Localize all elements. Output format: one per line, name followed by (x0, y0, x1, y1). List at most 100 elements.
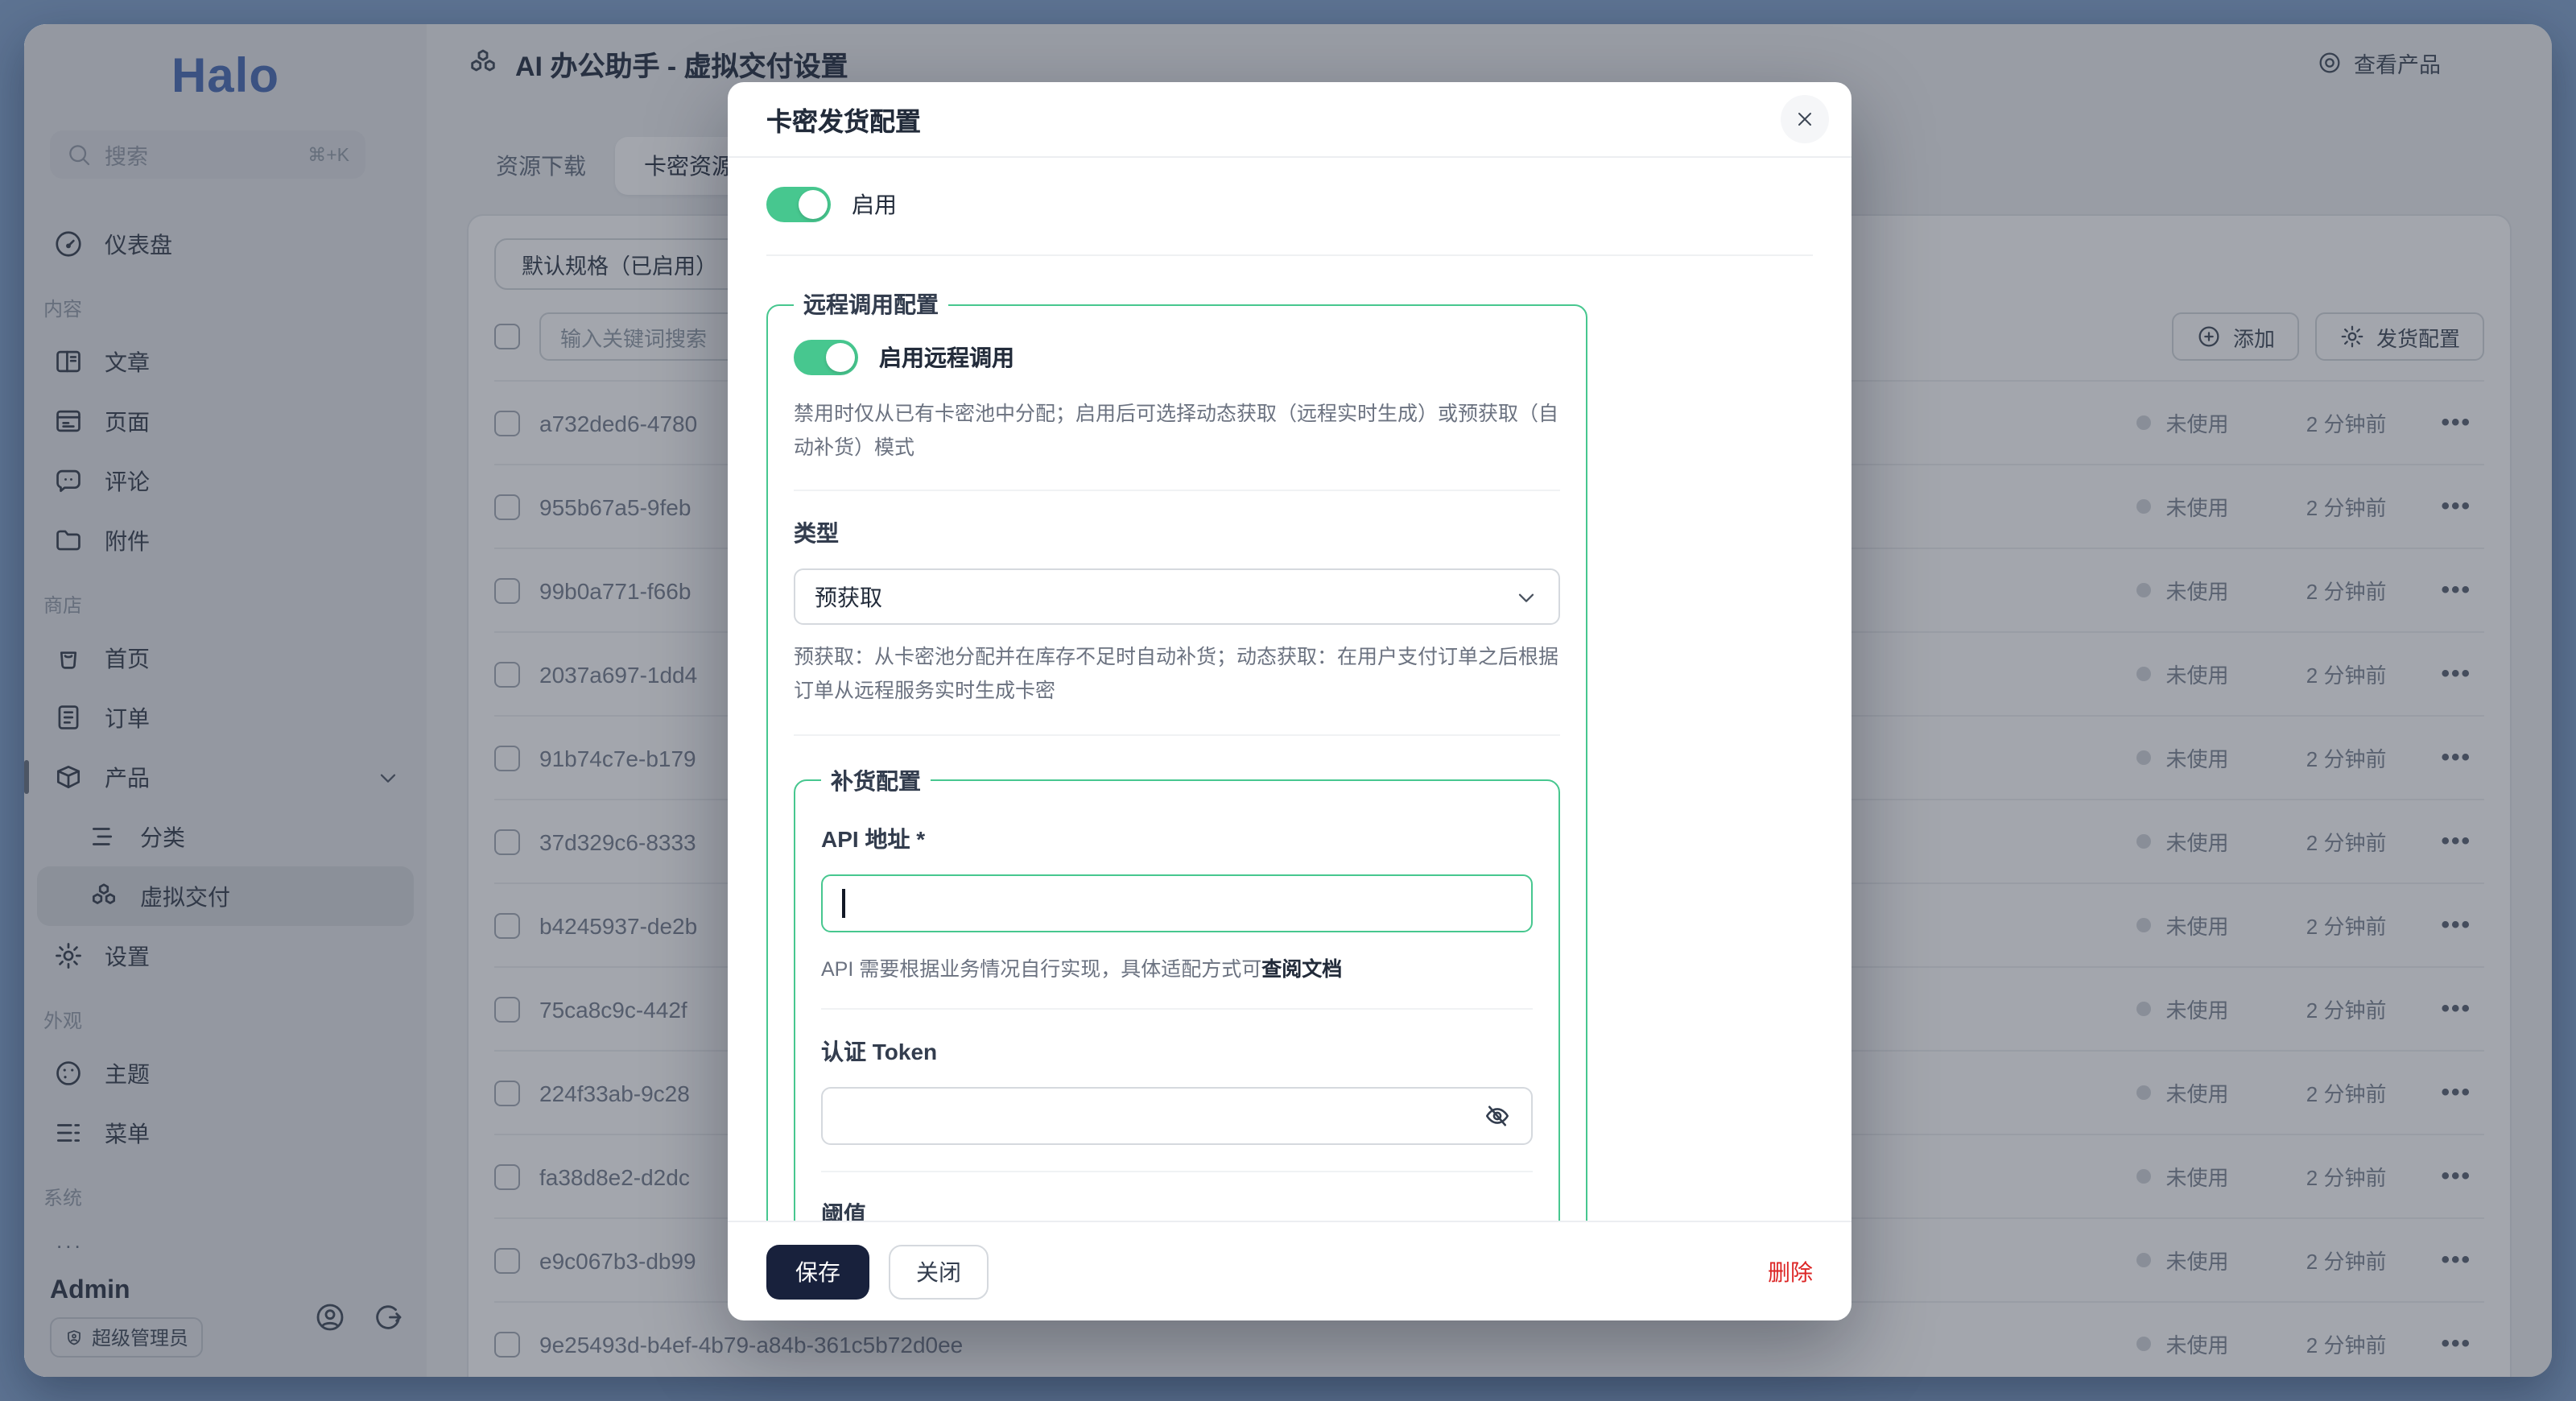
token-input[interactable] (821, 1086, 1533, 1144)
row-more-button[interactable]: ••• (2441, 577, 2471, 604)
card-key-id: 9e25493d-b4ef-4b79-a84b-361c5b72d0ee (539, 1331, 963, 1357)
row-more-button[interactable]: ••• (2441, 1163, 2471, 1190)
modal-header: 卡密发货配置 (728, 82, 1852, 158)
row-checkbox[interactable] (494, 577, 520, 603)
user-name: Admin (50, 1277, 203, 1306)
sidebar-section-label: 内容 (24, 274, 427, 332)
sidebar-item-设置[interactable]: 设置 (24, 926, 427, 986)
divider (794, 734, 1560, 735)
category-icon (89, 821, 119, 852)
sidebar-item-label: 产品 (105, 761, 150, 793)
eye-off-icon[interactable] (1483, 1101, 1512, 1130)
modal-close-button[interactable] (1781, 95, 1829, 143)
status-label: 未使用 (2165, 1245, 2228, 1275)
row-checkbox[interactable] (494, 1163, 520, 1189)
row-more-button[interactable]: ••• (2441, 1246, 2471, 1274)
row-timestamp: 2 分钟前 (2283, 1329, 2386, 1359)
status-dot (2136, 918, 2151, 932)
type-select[interactable]: 预获取 (794, 569, 1560, 626)
logout-icon[interactable] (372, 1301, 404, 1333)
order-icon (53, 702, 84, 733)
sidebar-item-评论[interactable]: 评论 (24, 451, 427, 510)
threshold-label: 阈值 (821, 1197, 1533, 1221)
sidebar-item-菜单[interactable]: 菜单 (24, 1103, 427, 1163)
remote-call-toggle[interactable] (794, 340, 858, 375)
sidebar-item-页面[interactable]: 页面 (24, 391, 427, 451)
sidebar-item-仪表盘[interactable]: 仪表盘 (24, 214, 427, 274)
divider (821, 1007, 1533, 1009)
row-more-button[interactable]: ••• (2441, 995, 2471, 1023)
chevron-down-icon (1513, 585, 1539, 610)
app-cubes-icon (467, 47, 499, 79)
docs-link[interactable]: 查阅文档 (1261, 957, 1342, 980)
status-dot (2136, 1169, 2151, 1184)
sidebar-search-input[interactable]: 搜索 ⌘+K (50, 130, 365, 179)
sidebar-item-首页[interactable]: 首页 (24, 628, 427, 688)
sidebar-item-label: 页面 (105, 405, 150, 437)
row-more-button[interactable]: ••• (2441, 1079, 2471, 1106)
sidebar-item-主题[interactable]: 主题 (24, 1044, 427, 1103)
keyword-search-placeholder: 输入关键词搜索 (560, 321, 707, 352)
delivery-config-button[interactable]: 发货配置 (2315, 312, 2484, 361)
row-more-button[interactable]: ••• (2441, 493, 2471, 520)
row-more-button[interactable]: ••• (2441, 660, 2471, 688)
sidebar-item-虚拟交付[interactable]: 虚拟交付 (37, 866, 414, 926)
sidebar-item-分类[interactable]: 分类 (24, 807, 427, 866)
card-key-id: fa38d8e2-d2dc (539, 1163, 690, 1189)
card-key-id: 99b0a771-f66b (539, 577, 691, 603)
row-checkbox[interactable] (494, 1080, 520, 1106)
row-more-button[interactable]: ••• (2441, 828, 2471, 855)
search-icon (66, 142, 92, 167)
profile-icon[interactable] (314, 1301, 346, 1333)
sidebar-item-附件[interactable]: 附件 (24, 510, 427, 570)
spec-chip[interactable]: 默认规格（已启用） (494, 238, 745, 290)
save-button[interactable]: 保存 (766, 1244, 869, 1299)
tab-resource-download[interactable]: 资源下载 (467, 150, 615, 182)
row-checkbox[interactable] (494, 661, 520, 687)
row-checkbox[interactable] (494, 410, 520, 436)
delete-button[interactable]: 删除 (1768, 1255, 1813, 1287)
status-dot (2136, 583, 2151, 597)
restock-legend: 补货配置 (821, 764, 931, 796)
modal-title: 卡密发货配置 (766, 100, 921, 138)
row-checkbox[interactable] (494, 829, 520, 854)
status-label: 未使用 (2165, 910, 2228, 940)
status-label: 未使用 (2165, 1329, 2228, 1359)
sidebar-item-label: 菜单 (105, 1117, 150, 1149)
sidebar-user: Admin 超级管理员 (50, 1277, 404, 1358)
token-label: 认证 Token (821, 1035, 1533, 1067)
api-url-input[interactable] (821, 874, 1533, 932)
sidebar-item-label: 首页 (105, 642, 150, 674)
modal-body: 启用 远程调用配置 启用远程调用 禁用时仅从已有卡密池中分配；启用后可选择动态获… (728, 158, 1852, 1221)
bag-icon (53, 643, 84, 673)
sidebar-item-label: 文章 (105, 345, 150, 378)
row-more-button[interactable]: ••• (2441, 409, 2471, 436)
card-key-id: a732ded6-4780 (539, 410, 697, 436)
row-checkbox[interactable] (494, 494, 520, 519)
page-icon (53, 406, 84, 436)
sidebar-overflow-item[interactable]: ... (24, 1221, 427, 1259)
sidebar-item-文章[interactable]: 文章 (24, 332, 427, 391)
status-dot (2136, 834, 2151, 849)
article-icon (53, 346, 84, 377)
row-checkbox[interactable] (494, 912, 520, 938)
row-checkbox[interactable] (494, 745, 520, 771)
view-product-button[interactable]: 查看产品 (2317, 47, 2441, 79)
row-checkbox[interactable] (494, 1247, 520, 1273)
status-dot (2136, 667, 2151, 681)
text-cursor (842, 888, 844, 917)
sidebar-item-label: 评论 (105, 465, 150, 497)
status-dot (2136, 1337, 2151, 1351)
row-checkbox[interactable] (494, 996, 520, 1022)
row-more-button[interactable]: ••• (2441, 744, 2471, 771)
close-button[interactable]: 关闭 (889, 1244, 989, 1299)
row-more-button[interactable]: ••• (2441, 1330, 2471, 1358)
sidebar-item-产品[interactable]: 产品 (24, 747, 427, 807)
enable-toggle[interactable] (766, 187, 831, 222)
select-all-checkbox[interactable] (494, 324, 520, 349)
row-checkbox[interactable] (494, 1331, 520, 1357)
card-key-id: 37d329c6-8333 (539, 829, 696, 854)
row-more-button[interactable]: ••• (2441, 911, 2471, 939)
sidebar-item-订单[interactable]: 订单 (24, 688, 427, 747)
add-button[interactable]: 添加 (2172, 312, 2299, 361)
